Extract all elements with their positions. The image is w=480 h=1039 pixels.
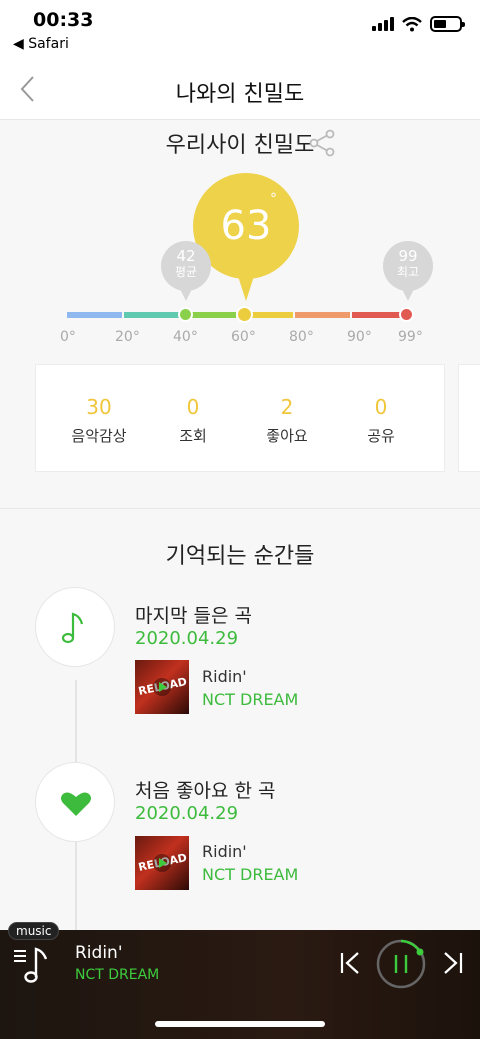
moment-date: 2020.04.29 — [135, 803, 239, 824]
stat-label: 공유 — [367, 427, 395, 445]
scale-tick: 20° — [115, 329, 140, 345]
playlist-icon[interactable] — [12, 945, 52, 985]
nav-bar: 나와의 친밀도 — [0, 60, 480, 120]
scale-tick: 60° — [231, 329, 256, 345]
album-art[interactable]: RELOAD — [135, 836, 189, 890]
section-divider — [0, 508, 480, 509]
back-app-label: Safari — [28, 36, 69, 52]
bar-segment — [124, 312, 179, 318]
status-icons — [372, 16, 465, 32]
stat-likes: 2 좋아요 — [242, 395, 332, 446]
stat-views: 0 조회 — [148, 395, 238, 446]
moments-heading: 기억되는 순간들 — [165, 544, 315, 569]
intimacy-heading: 우리사이 친밀도 — [165, 133, 315, 158]
page-title: 나와의 친밀도 — [175, 82, 305, 107]
average-bubble: 42 평균 — [161, 241, 211, 301]
average-value: 42 — [176, 247, 196, 265]
scale-tick: 90° — [347, 329, 372, 345]
share-icon[interactable] — [308, 129, 336, 157]
status-time: 00:33 — [33, 9, 94, 31]
max-bubble: 99 최고 — [383, 241, 433, 301]
max-value: 99 — [398, 247, 418, 265]
stat-value: 30 — [86, 395, 112, 419]
stat-label: 조회 — [179, 427, 207, 445]
heart-icon — [61, 792, 91, 816]
stat-shares: 0 공유 — [336, 395, 426, 446]
play-overlay-icon — [153, 854, 171, 872]
status-bar: 00:33 ◀ Safari — [0, 0, 480, 60]
stat-value: 2 — [280, 395, 294, 419]
song-title[interactable]: Ridin' — [202, 667, 247, 686]
scale-tick: 40° — [173, 329, 198, 345]
scale-tick: 99° — [398, 329, 423, 345]
signal-icon — [372, 17, 394, 31]
bar-segment — [295, 312, 350, 318]
temperature-degree: ° — [270, 191, 277, 207]
max-marker — [399, 307, 414, 322]
next-track-icon[interactable] — [441, 950, 465, 976]
moment-title: 처음 좋아요 한 곡 — [135, 780, 276, 802]
moment-date: 2020.04.29 — [135, 628, 239, 649]
average-marker — [178, 307, 193, 322]
average-label: 평균 — [174, 265, 198, 279]
moment-icon-circle — [35, 762, 115, 842]
song-artist[interactable]: NCT DREAM — [202, 690, 298, 709]
scale-tick: 80° — [289, 329, 314, 345]
music-note-icon — [61, 612, 84, 644]
wifi-icon — [402, 16, 422, 31]
next-card-peek[interactable] — [458, 364, 480, 472]
back-to-app-link[interactable]: ◀ Safari — [13, 36, 69, 52]
play-overlay-icon — [153, 678, 171, 696]
stat-listen: 30 음악감상 — [54, 395, 144, 446]
moment-title: 마지막 들은 곡 — [135, 605, 252, 627]
scale-tick: 0° — [60, 329, 76, 345]
player-artist[interactable]: NCT DREAM — [75, 967, 159, 983]
battery-icon — [430, 16, 465, 32]
music-tag: music — [8, 922, 60, 940]
current-marker — [236, 306, 253, 323]
temperature-value: 63 — [220, 203, 272, 249]
home-indicator[interactable] — [155, 1021, 325, 1027]
moment-icon-circle — [35, 587, 115, 667]
stat-label: 좋아요 — [266, 427, 308, 445]
album-art[interactable]: RELOAD — [135, 660, 189, 714]
song-title[interactable]: Ridin' — [202, 842, 247, 861]
bar-segment — [67, 312, 122, 318]
stat-value: 0 — [374, 395, 388, 419]
stats-card: 30 음악감상 0 조회 2 좋아요 0 공유 — [35, 364, 445, 472]
stat-label: 음악감상 — [71, 427, 127, 445]
player-song-title[interactable]: Ridin' — [75, 943, 123, 963]
stat-value: 0 — [186, 395, 200, 419]
max-label: 최고 — [396, 265, 420, 279]
song-artist[interactable]: NCT DREAM — [202, 865, 298, 884]
pause-button[interactable] — [375, 938, 427, 990]
previous-track-icon[interactable] — [338, 950, 362, 976]
